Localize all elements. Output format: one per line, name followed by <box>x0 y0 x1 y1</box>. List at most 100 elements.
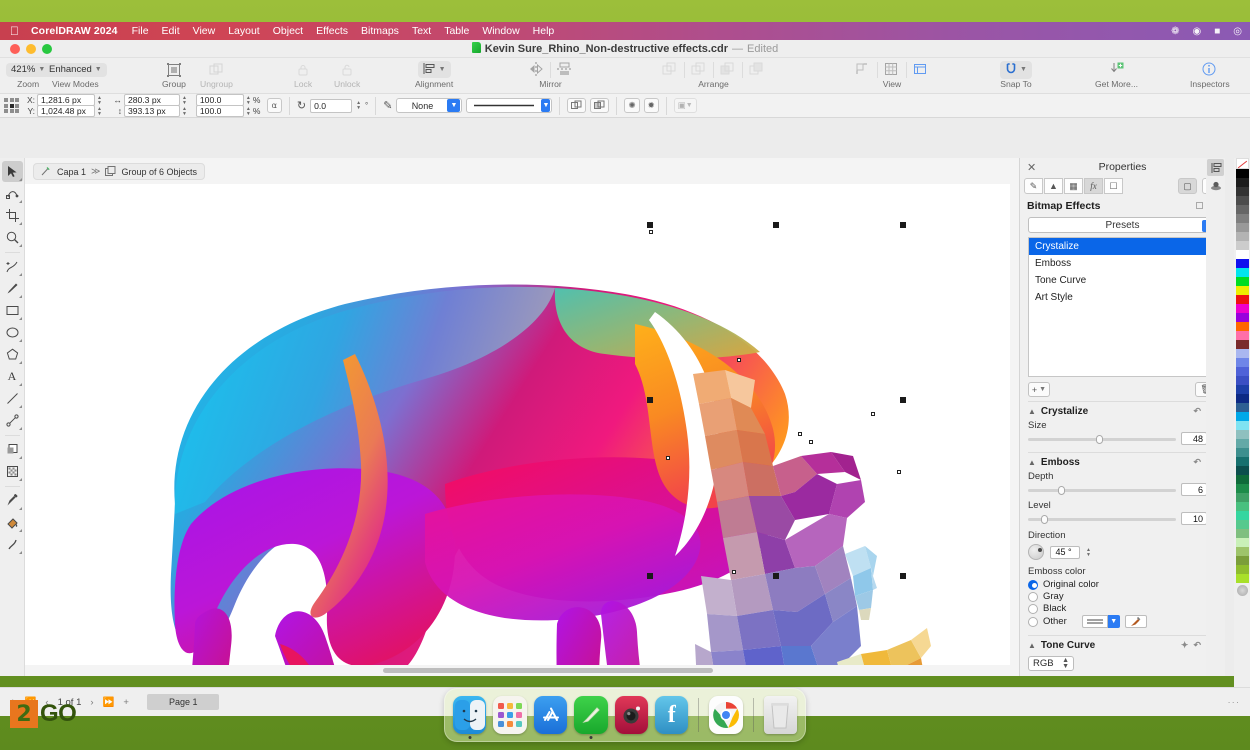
control-center-icon[interactable]: ◎ <box>1233 26 1242 37</box>
line-style-dropdown[interactable]: ▼ <box>466 98 552 113</box>
character-tab[interactable]: ☐ <box>1104 178 1123 194</box>
menu-item-text[interactable]: Text <box>412 25 431 37</box>
google-chrome-icon[interactable] <box>709 696 742 734</box>
palette-swatch[interactable] <box>1236 223 1249 232</box>
scale-y-input[interactable]: 100.0 <box>196 105 244 117</box>
palette-swatch[interactable] <box>1236 466 1249 475</box>
palette-swatch[interactable] <box>1236 403 1249 412</box>
menu-item-edit[interactable]: Edit <box>162 25 180 37</box>
palette-swatch[interactable] <box>1236 232 1249 241</box>
palette-swatch[interactable] <box>1236 412 1249 421</box>
tool-drop-shadow[interactable] <box>2 439 23 460</box>
direction-value-input[interactable]: 45 ° <box>1050 546 1080 559</box>
objects-rail-icon[interactable] <box>1207 177 1224 194</box>
finder-icon[interactable] <box>453 696 486 734</box>
palette-swatch[interactable] <box>1236 556 1249 565</box>
other-color-picker[interactable]: ▼ <box>1082 615 1147 628</box>
palette-swatch[interactable] <box>1236 178 1249 187</box>
tool-ellipse[interactable] <box>2 322 23 343</box>
palette-swatch[interactable] <box>1236 349 1249 358</box>
guidelines-icon[interactable] <box>913 62 929 78</box>
direction-stepper[interactable]: ▲▼ <box>1086 548 1091 557</box>
direction-dial[interactable] <box>1028 544 1044 560</box>
selection-handle-ml[interactable] <box>647 397 653 403</box>
menu-item-object[interactable]: Object <box>273 25 303 37</box>
effect-item-tone-curve[interactable]: Tone Curve <box>1029 272 1216 289</box>
fill-tab[interactable]: ▲ <box>1044 178 1063 194</box>
menu-item-effects[interactable]: Effects <box>316 25 348 37</box>
palette-swatch[interactable] <box>1236 250 1249 259</box>
tool-transparency[interactable] <box>2 461 23 482</box>
tool-text[interactable]: A <box>2 366 23 387</box>
palette-swatch[interactable] <box>1236 430 1249 439</box>
tool-smart-fill[interactable] <box>2 534 23 555</box>
level-slider[interactable] <box>1028 514 1176 524</box>
height-stepper[interactable]: ▲▼ <box>182 107 187 116</box>
palette-swatch[interactable] <box>1236 367 1249 376</box>
level-value-input[interactable]: 10 <box>1181 512 1207 525</box>
palette-swatch[interactable] <box>1236 394 1249 403</box>
menu-item-window[interactable]: Window <box>482 25 519 37</box>
palette-swatch[interactable] <box>1236 259 1249 268</box>
convert-outline-button[interactable]: ✹ <box>644 98 659 113</box>
palette-swatch[interactable] <box>1236 205 1249 214</box>
reset-icon[interactable]: ↶ <box>1193 457 1201 468</box>
palette-swatch[interactable] <box>1236 331 1249 340</box>
next-page-icon[interactable]: › <box>90 697 93 708</box>
palette-swatch[interactable] <box>1236 313 1249 322</box>
camera-app-icon[interactable] <box>615 696 648 734</box>
palette-swatch[interactable] <box>1236 520 1249 529</box>
apple-icon[interactable]:  <box>10 25 19 37</box>
section-toggle[interactable] <box>1196 202 1203 209</box>
depth-value-input[interactable]: 6 <box>1181 483 1207 496</box>
selection-handle-tr[interactable] <box>900 222 906 228</box>
rotation-input[interactable]: 0.0 <box>310 99 352 113</box>
palette-swatch[interactable] <box>1236 385 1249 394</box>
tone-curve-group-header[interactable]: ▲ Tone Curve ✦ ↶ ✓ <box>1020 636 1225 653</box>
size-slider[interactable] <box>1028 434 1176 444</box>
menu-item-table[interactable]: Table <box>444 25 469 37</box>
tool-artistic-media[interactable] <box>2 278 23 299</box>
radio-original-color[interactable] <box>1028 580 1038 590</box>
snap-to-dropdown[interactable]: ▼ <box>1000 61 1032 79</box>
horizontal-scrollbar[interactable] <box>25 665 1019 676</box>
depth-slider[interactable] <box>1028 485 1176 495</box>
outline-tab[interactable]: ✎ <box>1024 178 1043 194</box>
palette-swatch[interactable] <box>1236 214 1249 223</box>
object-properties-rail-icon[interactable] <box>1207 159 1224 176</box>
selection-handle-mr[interactable] <box>900 397 906 403</box>
tool-parallel-dimension[interactable] <box>2 388 23 409</box>
effects-tab[interactable]: fx <box>1084 178 1103 194</box>
rotation-stepper[interactable]: ▲▼ <box>356 101 361 110</box>
node-handle[interactable] <box>737 358 741 362</box>
palette-swatches[interactable] <box>1236 169 1249 583</box>
tone-curve-channel-dropdown[interactable]: RGB ▲▼ <box>1028 656 1074 671</box>
page-tab-1[interactable]: Page 1 <box>147 694 220 710</box>
scrollbar-thumb[interactable] <box>383 668 713 673</box>
palette-swatch[interactable] <box>1236 475 1249 484</box>
breadcrumb-layer[interactable]: Capa 1 <box>57 167 86 177</box>
reset-icon[interactable]: ↶ <box>1193 406 1201 417</box>
width-stepper[interactable]: ▲▼ <box>182 96 187 105</box>
no-color-swatch[interactable] <box>1236 158 1249 169</box>
palette-swatch[interactable] <box>1236 322 1249 331</box>
y-input[interactable]: 1,024.48 px <box>37 105 95 117</box>
palette-swatch[interactable] <box>1236 421 1249 430</box>
color-swatch-button[interactable] <box>1082 615 1108 628</box>
drawing-canvas[interactable]: Capa 1 ≫ Group of 6 Objects <box>25 158 1019 676</box>
x-stepper[interactable]: ▲▼ <box>97 96 102 105</box>
node-handle[interactable] <box>871 412 875 416</box>
palette-swatch[interactable] <box>1236 511 1249 520</box>
selection-handle-tc[interactable] <box>773 222 779 228</box>
tool-interactive-fill[interactable] <box>2 512 23 533</box>
node-handle[interactable] <box>897 470 901 474</box>
emboss-color-black[interactable]: Black <box>1020 602 1225 614</box>
scale-y-stepper[interactable]: ▲▼ <box>246 107 251 116</box>
scale-x-stepper[interactable]: ▲▼ <box>246 96 251 105</box>
palette-swatch[interactable] <box>1236 241 1249 250</box>
status-overflow[interactable]: ··· <box>1228 697 1241 708</box>
camera-effects-button[interactable]: ▣ ▼ <box>674 98 697 113</box>
color-palette[interactable] <box>1234 158 1250 714</box>
tool-crop[interactable] <box>2 205 23 226</box>
anchor-point-selector[interactable] <box>4 98 19 113</box>
